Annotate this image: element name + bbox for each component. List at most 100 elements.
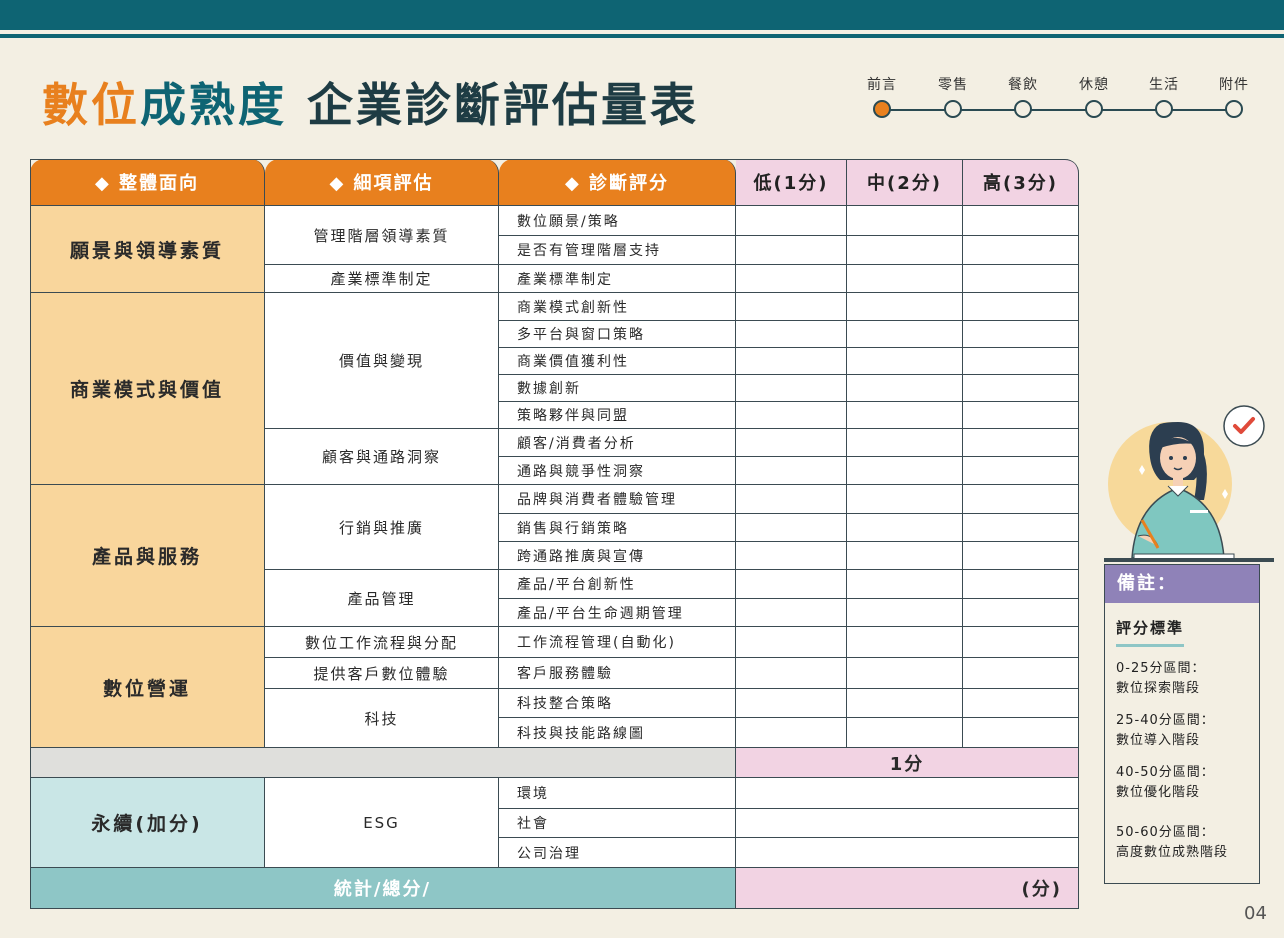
bonus-score-cell[interactable]	[736, 809, 1079, 838]
detail-workflow: 數位工作流程與分配	[265, 627, 499, 658]
score-cell-low[interactable]	[736, 375, 847, 402]
score-cell-low[interactable]	[736, 689, 847, 718]
score-cell-mid[interactable]	[847, 599, 963, 627]
score-cell-mid[interactable]	[847, 457, 963, 485]
step-preface[interactable]: 前言	[856, 72, 908, 118]
score-cell-high[interactable]	[963, 402, 1079, 429]
score-cell-high[interactable]	[963, 321, 1079, 348]
score-cell-high[interactable]	[963, 599, 1079, 627]
score-cell-low[interactable]	[736, 627, 847, 658]
step-dot	[944, 100, 962, 118]
item-cell: 顧客/消費者分析	[499, 429, 736, 457]
score-cell-mid[interactable]	[847, 236, 963, 265]
score-cell-low[interactable]	[736, 321, 847, 348]
score-cell-mid[interactable]	[847, 321, 963, 348]
score-cell-mid[interactable]	[847, 658, 963, 689]
score-cell-high[interactable]	[963, 348, 1079, 375]
step-appendix[interactable]: 附件	[1208, 72, 1260, 118]
title-part-digital: 數位	[42, 78, 140, 132]
score-cell-mid[interactable]	[847, 718, 963, 748]
score-cell-high[interactable]	[963, 570, 1079, 599]
score-cell-low[interactable]	[736, 429, 847, 457]
step-label: 生活	[1149, 77, 1179, 93]
item-cell: 跨通路推廣與宣傳	[499, 542, 736, 570]
score-cell-low[interactable]	[736, 206, 847, 236]
score-stage: 數位優化階段	[1116, 785, 1201, 800]
header-low: 低(1分)	[736, 159, 847, 206]
score-cell-high[interactable]	[963, 627, 1079, 658]
score-cell-high[interactable]	[963, 429, 1079, 457]
header-detail: ◆ 細項評估	[265, 159, 499, 206]
bonus-score-cell[interactable]	[736, 778, 1079, 809]
score-cell-low[interactable]	[736, 658, 847, 689]
score-cell-low[interactable]	[736, 718, 847, 748]
step-dining[interactable]: 餐飲	[997, 72, 1049, 118]
item-cell: 商業價值獲利性	[499, 348, 736, 375]
score-cell-high[interactable]	[963, 375, 1079, 402]
category-product: 產品與服務	[30, 485, 265, 627]
score-cell-high[interactable]	[963, 206, 1079, 236]
score-cell-mid[interactable]	[847, 429, 963, 457]
score-cell-low[interactable]	[736, 570, 847, 599]
score-cell-mid[interactable]	[847, 570, 963, 599]
total-score-field[interactable]: (分)	[736, 868, 1079, 909]
score-cell-mid[interactable]	[847, 375, 963, 402]
score-cell-low[interactable]	[736, 542, 847, 570]
item-cell: 通路與競爭性洞察	[499, 457, 736, 485]
item-cell: 產品/平台創新性	[499, 570, 736, 599]
score-cell-high[interactable]	[963, 485, 1079, 514]
top-banner	[0, 0, 1284, 30]
score-cell-low[interactable]	[736, 402, 847, 429]
score-cell-mid[interactable]	[847, 485, 963, 514]
step-living[interactable]: 生活	[1138, 72, 1190, 118]
score-cell-mid[interactable]	[847, 627, 963, 658]
score-cell-mid[interactable]	[847, 689, 963, 718]
score-cell-mid[interactable]	[847, 293, 963, 321]
assessment-table: ◆ 整體面向 ◆ 細項評估 ◆ 診斷評分 低(1分) 中(2分) 高(3分) 願…	[30, 159, 1079, 909]
score-range-item: 40-50分區間： 數位優化階段	[1116, 763, 1259, 803]
score-cell-mid[interactable]	[847, 542, 963, 570]
score-cell-mid[interactable]	[847, 514, 963, 542]
detail-cx: 提供客戶數位體驗	[265, 658, 499, 689]
score-cell-mid[interactable]	[847, 206, 963, 236]
score-cell-high[interactable]	[963, 236, 1079, 265]
score-cell-low[interactable]	[736, 514, 847, 542]
score-cell-high[interactable]	[963, 514, 1079, 542]
score-cell-low[interactable]	[736, 236, 847, 265]
item-cell: 社會	[499, 809, 736, 838]
score-cell-high[interactable]	[963, 457, 1079, 485]
score-cell-mid[interactable]	[847, 265, 963, 293]
category-business: 商業模式與價值	[30, 293, 265, 485]
item-cell: 數位願景/策略	[499, 206, 736, 236]
score-cell-high[interactable]	[963, 542, 1079, 570]
score-cell-low[interactable]	[736, 265, 847, 293]
step-retail[interactable]: 零售	[927, 72, 979, 118]
score-cell-low[interactable]	[736, 293, 847, 321]
step-label: 休憩	[1079, 77, 1109, 93]
score-range-item: 0-25分區間： 數位探索階段	[1116, 659, 1259, 699]
score-range-item: 50-60分區間： 高度數位成熟階段	[1116, 823, 1259, 863]
score-cell-high[interactable]	[963, 689, 1079, 718]
step-leisure[interactable]: 休憩	[1068, 72, 1120, 118]
score-cell-mid[interactable]	[847, 402, 963, 429]
score-cell-low[interactable]	[736, 599, 847, 627]
score-cell-high[interactable]	[963, 658, 1079, 689]
score-cell-low[interactable]	[736, 485, 847, 514]
item-cell: 商業模式創新性	[499, 293, 736, 321]
score-cell-low[interactable]	[736, 348, 847, 375]
item-cell: 策略夥伴與同盟	[499, 402, 736, 429]
item-cell: 產品/平台生命週期管理	[499, 599, 736, 627]
item-cell: 客戶服務體驗	[499, 658, 736, 689]
header-high: 高(3分)	[963, 159, 1079, 206]
category-operations: 數位營運	[30, 627, 265, 748]
score-cell-high[interactable]	[963, 718, 1079, 748]
header-diagnosis: ◆ 診斷評分	[499, 159, 736, 206]
score-cell-mid[interactable]	[847, 348, 963, 375]
score-cell-high[interactable]	[963, 265, 1079, 293]
bonus-score-cell[interactable]	[736, 838, 1079, 868]
score-cell-high[interactable]	[963, 293, 1079, 321]
title-part-maturity: 成熟度	[140, 78, 287, 132]
score-cell-low[interactable]	[736, 457, 847, 485]
item-cell: 公司治理	[499, 838, 736, 868]
step-label: 零售	[938, 77, 968, 93]
